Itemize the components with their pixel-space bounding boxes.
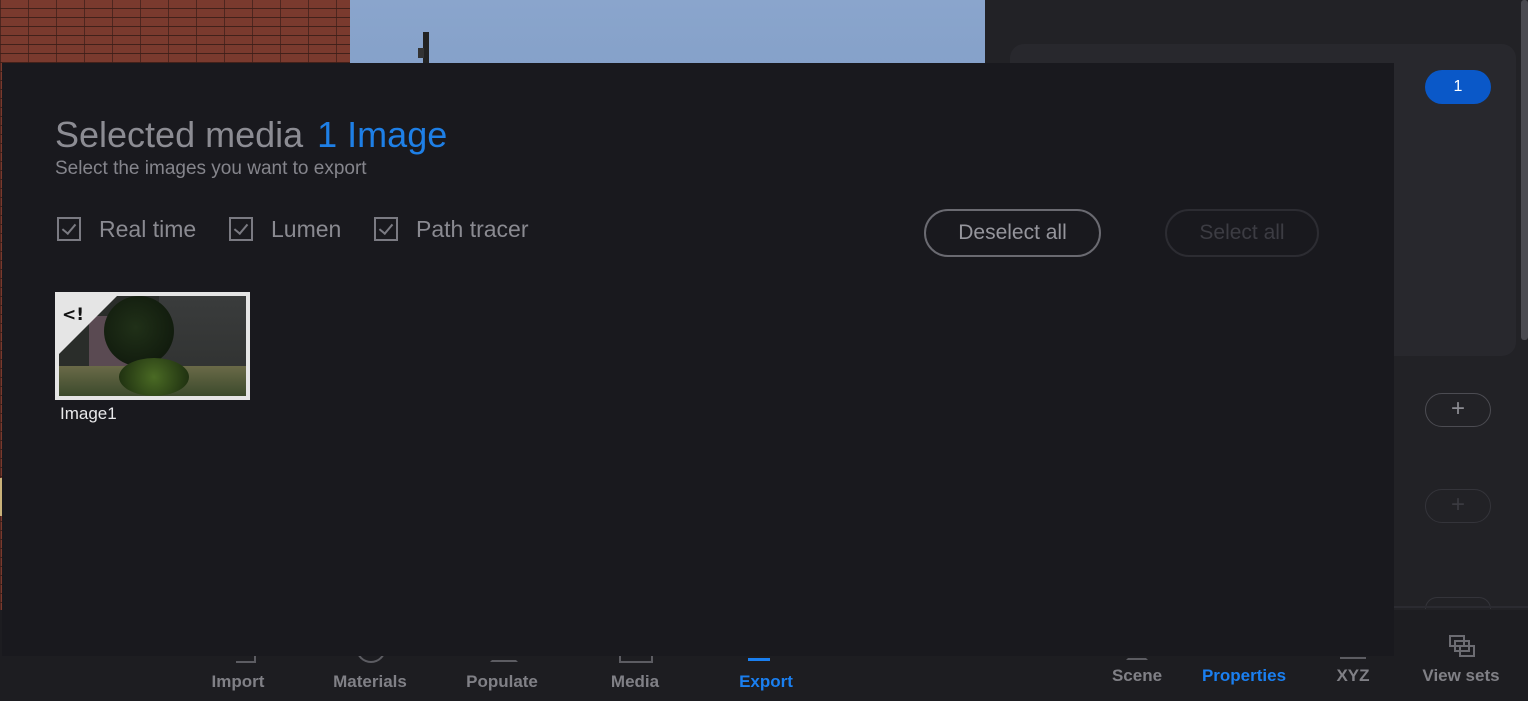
import-icon (236, 655, 256, 663)
filter-path-tracer[interactable]: Path tracer (374, 214, 529, 244)
thumb-scene-bush (119, 358, 189, 396)
realtime-renderer-icon: <! (62, 305, 84, 325)
filter-label: Real time (99, 215, 197, 242)
plus-icon: + (1450, 491, 1465, 518)
add-button[interactable]: + (1425, 393, 1491, 427)
checkbox-checked-icon[interactable] (374, 217, 398, 241)
toolbar-media[interactable]: Media (611, 672, 659, 692)
view-sets-icon (1449, 635, 1475, 657)
filter-real-time[interactable]: Real time (57, 214, 196, 244)
plus-icon: + (1450, 395, 1465, 422)
toolbar-import[interactable]: Import (212, 672, 265, 692)
chimney-pole-tip (418, 48, 424, 58)
toolbar-properties[interactable]: Properties (1202, 666, 1286, 686)
filter-lumen[interactable]: Lumen (229, 214, 341, 244)
toolbar-scene[interactable]: Scene (1112, 666, 1162, 686)
dialog-title: Selected media 1 Image (55, 114, 447, 156)
toolbar-populate[interactable]: Populate (466, 672, 538, 692)
app-root: 1 + + Import Materials Populate Media Ex… (0, 0, 1528, 701)
dialog-title-text: Selected media (55, 114, 304, 155)
filter-label: Lumen (271, 215, 342, 242)
export-icon (748, 656, 770, 661)
image-name: Image1 (60, 404, 117, 423)
add-button-disabled: + (1425, 489, 1491, 523)
filter-label: Path tracer (416, 215, 529, 242)
checkbox-checked-icon[interactable] (57, 217, 81, 241)
selected-count: 1 Image (317, 114, 448, 155)
toolbar-materials[interactable]: Materials (333, 672, 407, 692)
count-badge[interactable]: 1 (1425, 70, 1491, 104)
toolbar-view-sets[interactable]: View sets (1422, 666, 1499, 686)
select-all-button: Select all (1165, 209, 1319, 257)
toolbar-xyz[interactable]: XYZ (1336, 666, 1369, 686)
checkbox-checked-icon[interactable] (229, 217, 253, 241)
dialog-subtitle: Select the images you want to export (55, 158, 367, 179)
toolbar-export[interactable]: Export (739, 672, 793, 692)
right-panel-scrollbar[interactable] (1521, 0, 1528, 340)
deselect-all-button[interactable]: Deselect all (924, 209, 1101, 257)
image-thumbnail[interactable]: <! (55, 292, 250, 400)
toolbar-divider (1394, 606, 1528, 608)
